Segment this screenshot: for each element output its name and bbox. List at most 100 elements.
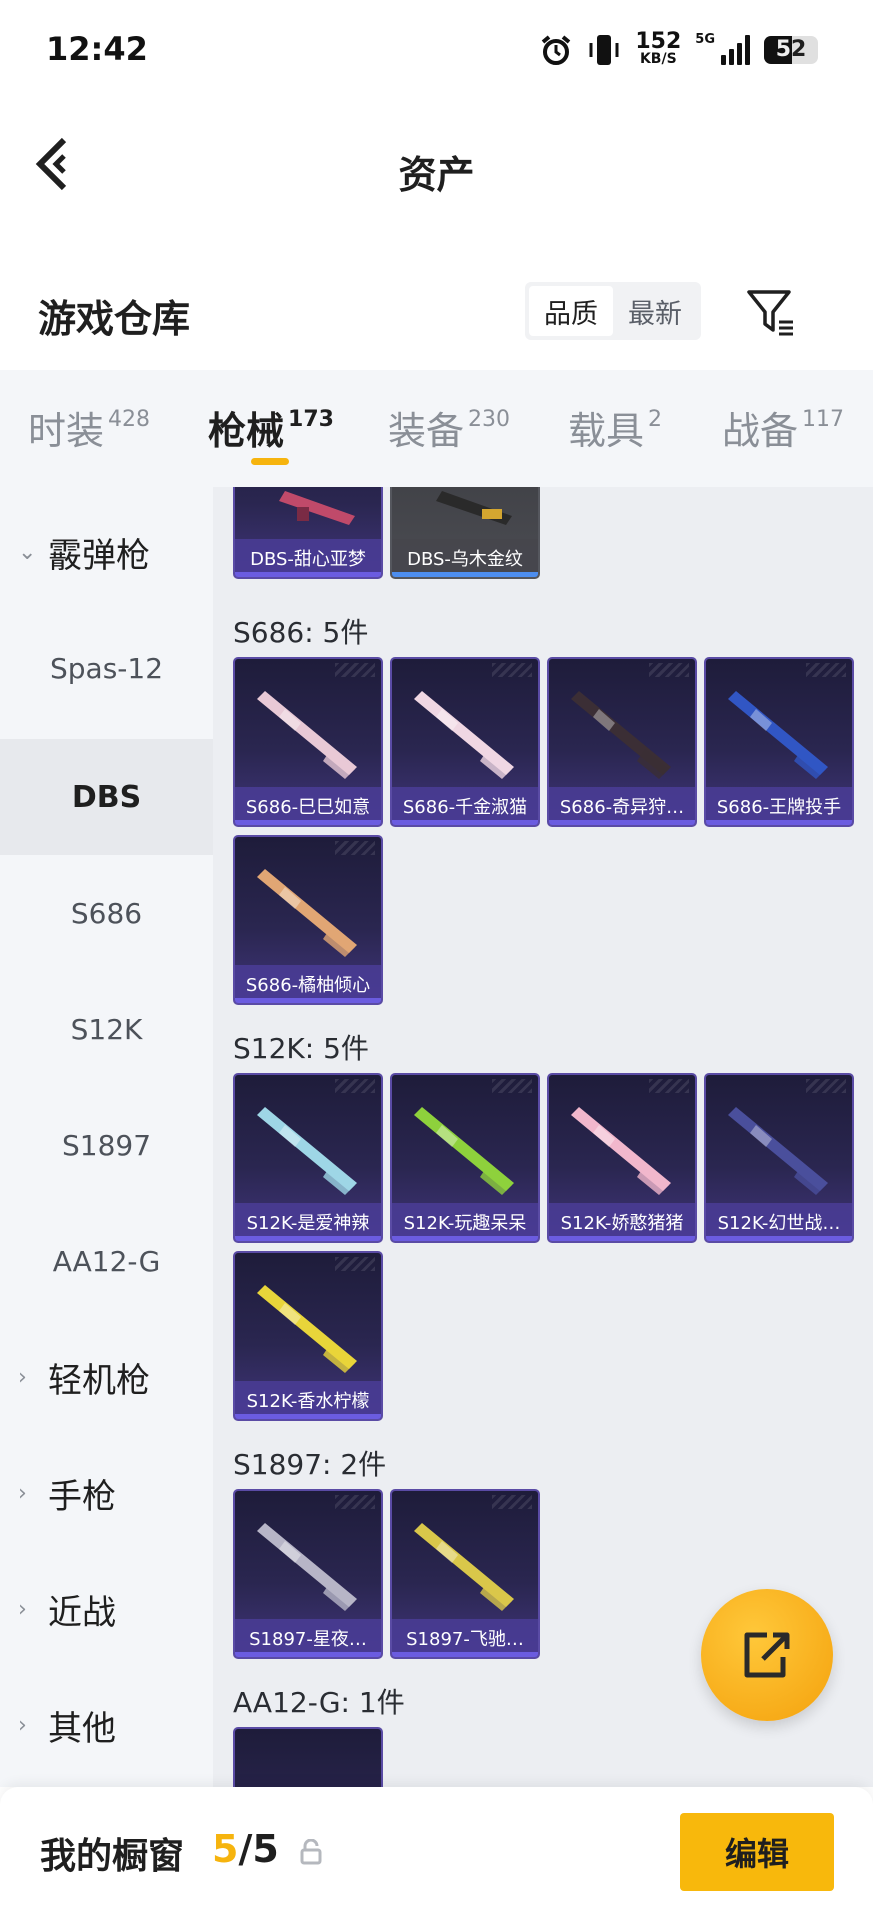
weapon-card[interactable]: S686-橘柚倾心	[233, 835, 383, 1005]
tab-equipment[interactable]: 装备 230	[388, 400, 510, 455]
lock-icon	[300, 1839, 322, 1865]
sidebar-item-label: S12K	[70, 1012, 143, 1046]
sidebar-item-label: S1897	[61, 1128, 152, 1162]
sidebar-item-s12k[interactable]: S12K	[0, 971, 213, 1087]
gun-image	[279, 491, 355, 525]
gun-image	[571, 691, 671, 779]
filter-icon	[747, 290, 793, 336]
gun-image	[728, 691, 828, 779]
gun-image	[257, 1285, 357, 1373]
gun-image	[414, 1523, 514, 1611]
page-header: 资产	[0, 104, 873, 224]
group-heading: S686: 5件	[233, 616, 369, 649]
sidebar-item-pistol[interactable]: › 手枪	[0, 1435, 213, 1551]
gun-image	[414, 1107, 514, 1195]
sidebar-item-lmg[interactable]: › 轻机枪	[0, 1319, 213, 1435]
tab-label: 战备	[722, 409, 799, 453]
alarm-icon	[542, 34, 571, 65]
chevron-right-icon: ›	[18, 1480, 27, 1506]
tab-count: 117	[802, 407, 845, 432]
weapon-card[interactable]: S12K-香水柠檬	[233, 1251, 383, 1421]
weapon-card[interactable]: DBS-甜心亚梦	[233, 487, 383, 579]
gun-image	[257, 691, 357, 779]
weapon-card[interactable]: S1897-星夜…	[233, 1489, 383, 1659]
sidebar-item-other[interactable]: › 其他	[0, 1667, 213, 1783]
gun-image	[257, 869, 357, 957]
battery-level: 52	[775, 36, 807, 62]
tab-count: 2	[648, 407, 663, 432]
active-tab-indicator	[251, 458, 289, 465]
sidebar-item-melee[interactable]: › 近战	[0, 1551, 213, 1667]
group-heading: AA12-G: 1件	[233, 1686, 405, 1719]
app-root: 12:42 152 KB/S 5G 52 资产 游戏仓库 品质 最新 时装 42…	[0, 0, 873, 1920]
weapon-card[interactable]: S12K-玩趣呆呆	[390, 1073, 540, 1243]
tab-firearms[interactable]: 枪械 173	[208, 400, 334, 455]
sort-option-latest[interactable]: 最新	[613, 286, 697, 336]
page-title: 资产	[398, 153, 475, 197]
weapon-card[interactable]	[233, 1727, 383, 1787]
tab-supplies[interactable]: 战备 117	[722, 400, 844, 455]
status-time: 12:42	[46, 30, 148, 68]
showcase-count: 5/5	[212, 1827, 279, 1871]
filter-button[interactable]	[745, 286, 797, 338]
tab-vehicles[interactable]: 载具 2	[568, 400, 662, 455]
signal-icon	[721, 34, 750, 65]
gun-image	[436, 491, 512, 525]
sidebar-item-shotgun[interactable]: ⌄ 霰弹枪	[0, 494, 213, 610]
tab-label: 载具	[568, 409, 645, 453]
weapon-card[interactable]: S686-奇异狩…	[547, 657, 697, 827]
status-bar: 12:42 152 KB/S 5G 52	[0, 0, 873, 104]
weapon-card[interactable]: DBS-乌木金纹	[390, 487, 540, 579]
status-icons: 152 KB/S 5G 52	[539, 29, 818, 67]
chevron-right-icon: ›	[18, 1712, 27, 1738]
group-heading: S12K: 5件	[233, 1032, 369, 1065]
group-heading: S1897: 2件	[233, 1448, 387, 1481]
sidebar-item-s686[interactable]: S686	[0, 855, 213, 971]
weapon-card[interactable]: S12K-幻世战…	[704, 1073, 854, 1243]
weapon-card[interactable]: S686-王牌投手	[704, 657, 854, 827]
chevron-down-icon: ⌄	[18, 539, 37, 565]
sort-option-quality[interactable]: 品质	[529, 286, 613, 336]
sidebar: ⌄ 霰弹枪 Spas-12 DBS S686 S12K S1897 AA12-G …	[0, 487, 213, 1787]
sidebar-item-label: 手枪	[48, 1476, 116, 1517]
battery-icon: 52	[764, 35, 818, 64]
share-button[interactable]	[701, 1589, 833, 1721]
weapon-card[interactable]: S1897-飞驰…	[390, 1489, 540, 1659]
sidebar-item-spas-12[interactable]: Spas-12	[0, 610, 213, 726]
sidebar-item-aa12-g[interactable]: AA12-G	[0, 1203, 213, 1319]
gun-image	[257, 1523, 357, 1611]
vibrate-icon	[589, 34, 619, 65]
repository-title: 游戏仓库	[38, 297, 191, 341]
sidebar-item-label: 近战	[48, 1592, 116, 1633]
net-speed: 152 KB/S	[635, 29, 682, 67]
weapon-card[interactable]: S686-千金淑猫	[390, 657, 540, 827]
showcase-count-total: 5	[252, 1827, 279, 1871]
weapon-card[interactable]: S12K-娇憨猪猪	[547, 1073, 697, 1243]
gun-image	[571, 1107, 671, 1195]
share-icon	[744, 1632, 790, 1678]
weapon-card[interactable]: S12K-是爱神辣	[233, 1073, 383, 1243]
gun-image	[728, 1107, 828, 1195]
sidebar-item-s1897[interactable]: S1897	[0, 1087, 213, 1203]
net-speed-unit: KB/S	[639, 51, 677, 67]
weapon-card[interactable]: S686-巳巳如意	[233, 657, 383, 827]
tab-label: 时装	[28, 409, 105, 453]
edit-button[interactable]: 编辑	[680, 1813, 834, 1891]
network-type: 5G	[695, 32, 715, 47]
chevron-right-icon: ›	[18, 1596, 27, 1622]
tab-fashion[interactable]: 时装 428	[28, 400, 150, 455]
tab-label: 装备	[388, 409, 465, 453]
sidebar-item-label: AA12-G	[52, 1244, 161, 1278]
showcase-count-separator: /	[238, 1827, 253, 1871]
repository-row: 游戏仓库 品质 最新	[0, 270, 873, 370]
net-speed-value: 152	[635, 29, 682, 54]
sidebar-item-label: S686	[70, 896, 143, 930]
sidebar-item-dbs[interactable]: DBS	[0, 739, 213, 855]
showcase-bar: 我的橱窗 5/5 编辑	[0, 1787, 873, 1920]
category-tabs: 时装 428 枪械 173 装备 230 载具 2 战备 117	[0, 370, 873, 487]
chevron-right-icon: ›	[18, 1364, 27, 1390]
sort-toggle: 品质 最新	[525, 282, 701, 340]
sidebar-item-label: 霰弹枪	[48, 535, 150, 576]
sidebar-item-label: Spas-12	[49, 651, 164, 685]
tab-label: 枪械	[208, 409, 285, 453]
